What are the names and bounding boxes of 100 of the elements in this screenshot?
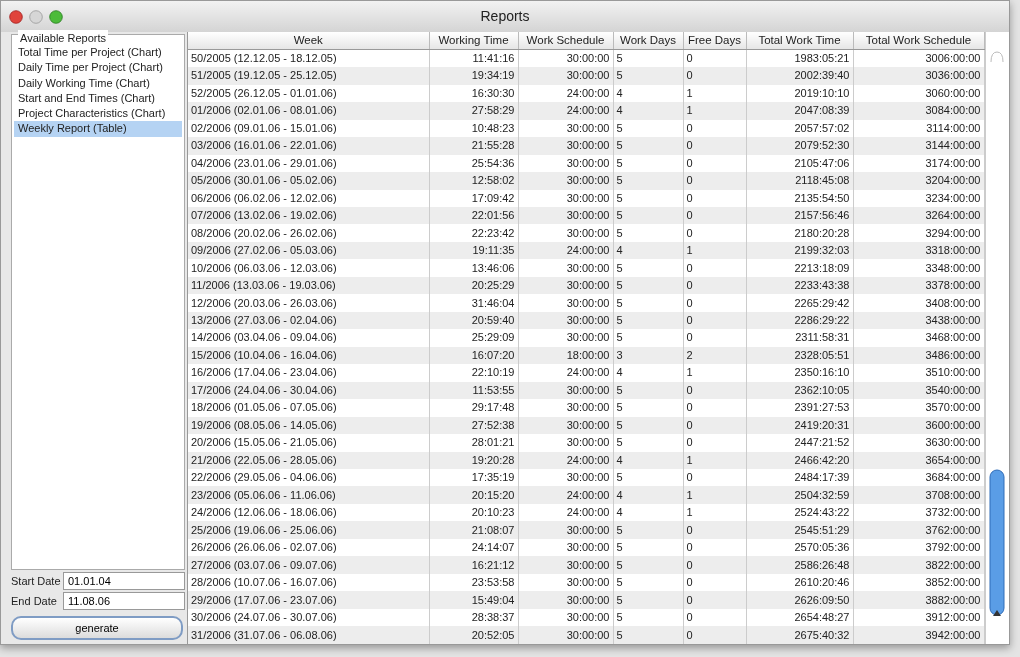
report-item[interactable]: Project Characteristics (Chart) [14, 106, 182, 122]
table-cell: 3486:00:00 [853, 346, 984, 365]
table-cell: 30:00:00 [518, 259, 613, 277]
table-cell: 30:00:00 [518, 189, 613, 207]
table-cell: 3540:00:00 [853, 381, 984, 400]
table-cell: 09/2006 (27.02.06 - 05.03.06) [188, 241, 429, 260]
table-cell: 05/2006 (30.01.06 - 05.02.06) [188, 172, 429, 190]
column-header[interactable]: Working Time [429, 32, 518, 50]
panel-legend: Available Reports [18, 30, 108, 47]
table-cell: 11/2006 (13.03.06 - 19.03.06) [188, 276, 429, 295]
report-item[interactable]: Daily Time per Project (Chart) [14, 60, 182, 76]
table-cell: 30:00:00 [518, 416, 613, 435]
table-cell: 21:55:28 [429, 137, 518, 155]
table-cell: 0 [683, 521, 746, 539]
table-cell: 27:58:29 [429, 102, 518, 120]
table-cell: 14/2006 (03.04.06 - 09.04.06) [188, 329, 429, 347]
column-header[interactable]: Total Work Schedule [853, 32, 984, 50]
table-cell: 30:00:00 [518, 329, 613, 347]
table-cell: 1 [683, 451, 746, 469]
table-cell: 2447:21:52 [746, 434, 853, 452]
table-cell: 2079:52:30 [746, 137, 853, 155]
table-cell: 01/2006 (02.01.06 - 08.01.06) [188, 102, 429, 120]
table-cell: 24:00:00 [518, 486, 613, 504]
table-cell: 18/2006 (01.05.06 - 07.05.06) [188, 399, 429, 417]
table-cell: 17/2006 (24.04.06 - 30.04.06) [188, 381, 429, 400]
table-cell: 5 [613, 224, 683, 242]
table-cell: 20:59:40 [429, 311, 518, 330]
column-header[interactable]: Free Days [683, 32, 746, 50]
table-cell: 24:00:00 [518, 364, 613, 382]
table-cell: 0 [683, 172, 746, 190]
table-cell: 2466:42:20 [746, 451, 853, 469]
table-cell: 16/2006 (17.04.06 - 23.04.06) [188, 364, 429, 382]
table-cell: 12:58:02 [429, 172, 518, 190]
table-cell: 27:52:38 [429, 416, 518, 435]
table-cell: 21/2006 (22.05.06 - 28.05.06) [188, 451, 429, 469]
column-header[interactable]: Week [188, 32, 429, 50]
table-cell: 3408:00:00 [853, 294, 984, 312]
table-cell: 30:00:00 [518, 311, 613, 330]
column-header[interactable]: Work Schedule [518, 32, 613, 50]
table-cell: 2233:43:38 [746, 276, 853, 295]
table-cell: 3036:00:00 [853, 67, 984, 85]
table-cell: 19:11:35 [429, 241, 518, 260]
table-cell: 5 [613, 67, 683, 85]
report-item[interactable]: Weekly Report (Table) [14, 121, 182, 137]
report-item[interactable]: Daily Working Time (Chart) [14, 75, 182, 91]
table-cell: 30:00:00 [518, 67, 613, 85]
column-header[interactable]: Work Days [613, 32, 683, 50]
table-cell: 3264:00:00 [853, 206, 984, 225]
table-cell: 0 [683, 626, 746, 644]
table-cell: 3378:00:00 [853, 276, 984, 295]
table-cell: 2265:29:42 [746, 294, 853, 312]
table-cell: 22:10:19 [429, 364, 518, 382]
scroll-up-icon[interactable] [993, 610, 1001, 616]
input-field[interactable]: 01.01.04 [63, 572, 185, 590]
table-cell: 25:29:09 [429, 329, 518, 347]
report-item[interactable]: Total Time per Project (Chart) [14, 45, 182, 61]
table-cell: 2586:26:48 [746, 556, 853, 574]
table-cell: 2047:08:39 [746, 102, 853, 120]
table-cell: 3318:00:00 [853, 241, 984, 260]
table-cell: 5 [613, 276, 683, 295]
generate-button[interactable]: generate [11, 616, 183, 640]
scrollbar-thumb[interactable] [989, 469, 1005, 616]
table-cell: 06/2006 (06.02.06 - 12.02.06) [188, 189, 429, 207]
table-cell: 2157:56:46 [746, 206, 853, 225]
close-icon[interactable] [9, 9, 23, 24]
table-cell: 29:17:48 [429, 399, 518, 417]
table-cell: 15:49:04 [429, 591, 518, 609]
table-cell: 2286:29:22 [746, 311, 853, 330]
table-cell: 3234:00:00 [853, 189, 984, 207]
column-header[interactable]: Total Work Time [746, 32, 853, 50]
table-cell: 12/2006 (20.03.06 - 26.03.06) [188, 294, 429, 312]
table-cell: 0 [683, 189, 746, 207]
table-cell: 31/2006 (31.07.06 - 06.08.06) [188, 626, 429, 644]
table-cell: 13:46:06 [429, 259, 518, 277]
table-cell: 30:00:00 [518, 381, 613, 400]
table-cell: 30:00:00 [518, 206, 613, 225]
table-cell: 31:46:04 [429, 294, 518, 312]
zoom-icon[interactable] [49, 9, 63, 24]
table-cell: 24:00:00 [518, 451, 613, 469]
table-cell: 25/2006 (19.06.06 - 25.06.06) [188, 521, 429, 539]
table-cell: 5 [613, 189, 683, 207]
table-cell: 3 [613, 346, 683, 365]
table-cell: 30:00:00 [518, 172, 613, 190]
table-cell: 5 [613, 206, 683, 225]
table-cell: 10/2006 (06.03.06 - 12.03.06) [188, 259, 429, 277]
table-cell: 2118:45:08 [746, 172, 853, 190]
table-cell: 3570:00:00 [853, 399, 984, 417]
table-cell: 3468:00:00 [853, 329, 984, 347]
table-cell: 2213:18:09 [746, 259, 853, 277]
input-field[interactable]: 11.08.06 [63, 592, 185, 610]
table-cell: 20/2006 (15.05.06 - 21.05.06) [188, 434, 429, 452]
table-cell: 29/2006 (17.07.06 - 23.07.06) [188, 591, 429, 609]
table-cell: 08/2006 (20.02.06 - 26.02.06) [188, 224, 429, 242]
field-label: End Date [11, 593, 58, 609]
table-cell: 30:00:00 [518, 294, 613, 312]
report-item[interactable]: Start and End Times (Chart) [14, 90, 182, 107]
table-cell: 2362:10:05 [746, 381, 853, 400]
table-cell: 0 [683, 416, 746, 435]
table-cell: 4 [613, 451, 683, 469]
table-cell: 0 [683, 399, 746, 417]
